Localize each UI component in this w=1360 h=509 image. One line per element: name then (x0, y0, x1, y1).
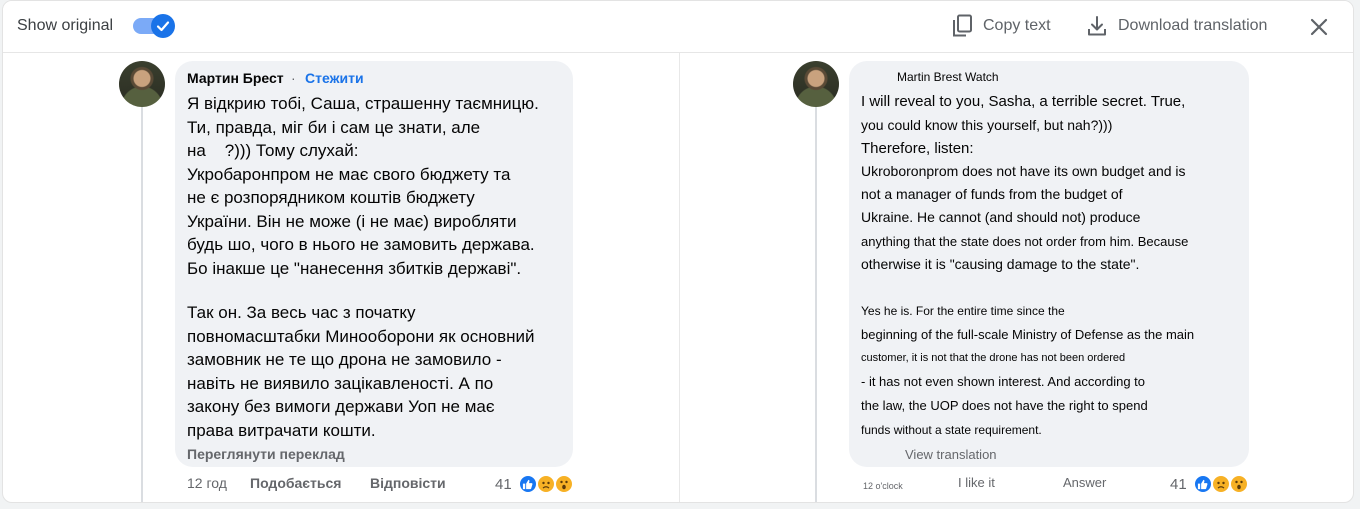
thread-line (141, 105, 143, 502)
comment-author[interactable]: Мартин Брест (187, 70, 284, 86)
translated-line: Ukroboronprom does not have its own budg… (861, 163, 1186, 179)
copy-text-button[interactable]: Copy text (951, 13, 1051, 39)
wow-reaction-icon (1228, 474, 1249, 494)
translated-line: Yes he is. For the entire time since the (861, 304, 1065, 318)
close-icon (1310, 18, 1328, 36)
show-original-toggle[interactable] (133, 14, 175, 38)
like-reaction-icon (1192, 474, 1213, 494)
toolbar: Show original Copy text Download transla… (3, 1, 1353, 53)
download-translation-button[interactable]: Download translation (1086, 13, 1267, 39)
avatar[interactable] (119, 61, 165, 107)
reactions-summary[interactable]: 41 (1170, 473, 1249, 495)
download-icon (1088, 16, 1106, 36)
see-translation-link[interactable]: Переглянути переклад (187, 446, 345, 462)
translated-line: funds without a state requirement. (861, 423, 1042, 437)
like-action[interactable]: I like it (958, 475, 995, 490)
like-action: Подобається (250, 475, 341, 491)
reaction-count: 41 (495, 475, 512, 493)
reply-action[interactable]: Answer (1063, 475, 1106, 490)
comment-paragraph-1: Я відкрию тобі, Саша, страшенну таємницю… (187, 94, 539, 278)
copy-text-label: Copy text (983, 17, 1051, 34)
separator-dot: · (291, 70, 296, 86)
wow-reaction-icon (553, 474, 574, 494)
reaction-count: 41 (1170, 475, 1187, 493)
original-comment-bubble: Мартин Брест · Стежити Я відкрию тобі, С… (175, 61, 573, 467)
sad-reaction-icon (535, 474, 556, 494)
panel-divider (679, 53, 680, 502)
reply-action-label[interactable]: Відповісти (370, 475, 446, 491)
like-reaction-icon (517, 474, 538, 494)
translated-line: not a manager of funds from the budget o… (861, 186, 1123, 202)
reply-action: Відповісти (370, 475, 446, 491)
translated-comment-bubble: Martin Brest Watch I will reveal to you,… (849, 61, 1249, 467)
translated-header: Martin Brest Watch (897, 70, 999, 84)
comment-time[interactable]: 12 o'clock (863, 481, 903, 491)
translated-line: customer, it is not that the drone has n… (861, 352, 1126, 364)
comment-paragraph-2: Так он. За весь час з початку повномасшт… (187, 303, 535, 440)
show-original-label: Show original (17, 17, 114, 34)
sad-reaction-icon (1210, 474, 1231, 494)
comment-time[interactable]: 12 год (187, 475, 227, 491)
download-translation-label: Download translation (1118, 17, 1268, 34)
translated-line: - it has not even shown interest. And ac… (861, 374, 1146, 389)
translated-line: Ukraine. He cannot (and should not) prod… (861, 209, 1141, 225)
translated-line: anything that the state does not order f… (861, 234, 1189, 249)
translated-line: I will reveal to you, Sasha, a terrible … (861, 93, 1186, 110)
reactions-summary[interactable]: 41 (495, 473, 574, 495)
copy-icon (953, 14, 972, 37)
translation-viewer: Show original Copy text Download transla… (2, 0, 1354, 503)
close-button[interactable] (1307, 15, 1331, 39)
translated-line: otherwise it is "causing damage to the s… (861, 256, 1140, 272)
follow-link[interactable]: Стежити (305, 70, 364, 86)
like-action-label[interactable]: Подобається (250, 475, 341, 491)
thread-line (815, 105, 817, 502)
translated-line: you could know this yourself, but nah?))… (861, 117, 1113, 133)
view-translation-link[interactable]: View translation (905, 447, 997, 462)
check-icon (156, 21, 170, 32)
translated-line: Therefore, listen: (861, 140, 974, 157)
avatar[interactable] (793, 61, 839, 107)
translated-line: beginning of the full-scale Ministry of … (861, 327, 1195, 342)
translated-line: the law, the UOP does not have the right… (861, 398, 1148, 413)
